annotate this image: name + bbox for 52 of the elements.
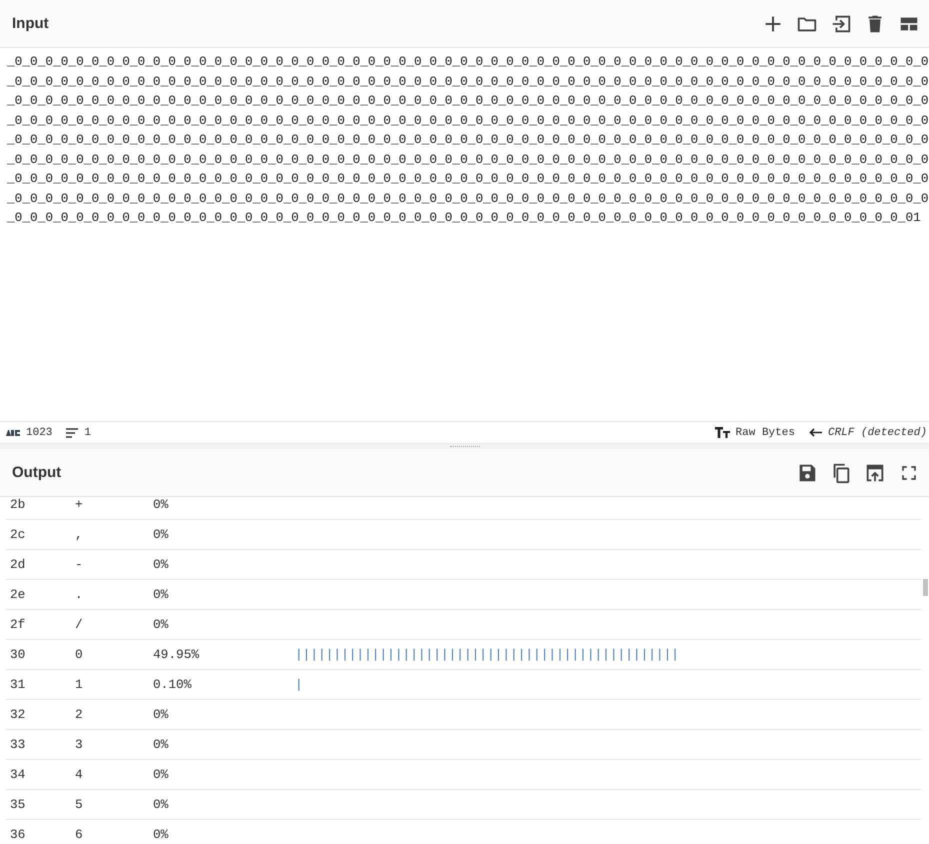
letters-icon — [6, 430, 20, 436]
percent-cell-text: 0% — [153, 557, 170, 572]
char-cell-text: . — [75, 587, 84, 602]
scrollbar-thumb[interactable] — [923, 579, 928, 596]
char-cell-text: 3 — [75, 737, 84, 752]
length-count: 1023 — [26, 426, 52, 438]
char-cell-text: 1 — [75, 677, 84, 692]
hex-cell-text: 34 — [9, 767, 26, 782]
char-cell-text: , — [75, 527, 84, 542]
lines-icon — [66, 428, 78, 438]
percent-cell-text: 0% — [153, 767, 170, 782]
percent-cell-text: 0% — [153, 587, 170, 602]
char-cell-text: - — [75, 557, 84, 572]
panel-title: Input — [12, 15, 50, 32]
panel-title: Output — [12, 464, 62, 481]
char-cell-text: / — [75, 617, 84, 632]
char-cell-text: 6 — [75, 827, 84, 842]
hex-cell-text: 30 — [9, 647, 26, 662]
percent-cell-text: 0% — [153, 737, 170, 752]
input-field[interactable]: _0_0_0_0_0_0_0_0_0_0_0_0_0_0_0_0_0_0_0_0_0_0_0_0_0_0_0_0_0_0_0_0_0_0_0_0_0_0_0_0_0_0_0_0_0_0_0_0_0_0_0_0_0_0_0_0_0_0_0_0_0_0_0_0_0_0_0_0_0_0_0_0_0_0_0_0_0_0_0_0_0_0_0_0_0_0_0_0_0_0_0_0_0_0_0_0_0_0_0_0_0_0_0_0_0_0_0_0_0_0_0_0_0_0_0_0_0_0_0_0_0_0_0_0_0_0_0_0_0_0_0_0_0_0_0_0_0_0_0_0_0_0_0_0_0_0_0_0_0_0_0_0_0_0_0_0_0_0_0_0_0_0_0_0_0_0_0_0_0_0_0_0_0_0_0_0_0_0_0_0_0_0_0_0_0_0_0_0_0_0_0_0_0_0_0_0_0_0_0_0_0_0_0_0_0_0_0_0_0_0_0_0_0_0_0_0_0_0_0_0_0_0_0_0_0_0_0_0_0_0_0_0_0_0_0_0_0_0_0_0_0_0_0_0_0_0_0_0_0_0_0_0_0_0_0_0_0_0_0_0_0_0_0_0_0_0_0_0_0_0_0_0_0_0_0_0_0_0_0_0_0_0_0_0_0_0_0_0_0_0_0_0_0_0_0_0_0_0_0_0_0_0_0_0_0_0_0_0_0_0_0_0_0_0_0_0_0_0_0_0_0_0_0_0_0_0_0_0_0_0_0_0_0_0_0_0_0_0_0_0_0_0_0_0_0_0_0_0_0_0_0_0_0_0_0_0_0_0_0_0_0_0_0_0_0_0_0_0_0_0_0_0_0_0_0_0_0_0_0_0_0_0_0_0_0_0_0_0_0_0_0_0_0_0_0_0_0_0_0_0_0_0_0_0_0_0_0_0_0_0_0_0_0_0_0_0_0_0_0_0_0_0_0_0_0_0_0_0_0_0_0_0_0_0_0_0_0_0_0_0_0_0_0_0_0_0_0_0_0_0_0_0_0_0_0_0_0_0_0_0_0_0_0_0_0_0_0_0_0_0_0_0_0_0_0_0_0_0_0_0_0_0_0_0_0_0_0_0_0_0_0_0_0_0_0_0_0_0_0_0_0_0_0_0_0_0_0_0_0_0_0_0_0_0_0_0_0_0_0_0_0_0_0_0_0_0_0_0_0_0_0_0_0_0_0_0_0_0_01 — [0, 48, 929, 417]
hex-cell-text: 2e — [9, 587, 26, 602]
frequency-text: |||||||||||||||||||||||||||||||||||||||||||||||||| — [295, 647, 679, 662]
char-cell-text: 0 — [75, 647, 84, 662]
hex-cell-text: 32 — [9, 707, 26, 722]
percent-cell-text: 0% — [153, 617, 170, 632]
percent-cell-text: 0% — [153, 497, 170, 512]
percent-cell-text: 0% — [153, 707, 170, 722]
hex-cell-text: 2f — [9, 617, 26, 632]
hex-cell-text: 35 — [9, 797, 26, 812]
return-arrow-icon — [808, 428, 822, 437]
percent-cell-text: 0% — [153, 797, 170, 812]
char-cell-text: 2 — [75, 707, 84, 722]
char-cell-text: + — [75, 497, 84, 512]
line-count: 1 — [84, 426, 92, 438]
fullscreen-icon[interactable] — [900, 464, 918, 482]
resize-handle[interactable] — [450, 446, 480, 448]
percent-cell-text: 0% — [153, 527, 170, 542]
hex-cell-text: 2b — [9, 497, 26, 512]
hex-cell-text: 36 — [9, 827, 26, 842]
frequency-text: | — [295, 677, 303, 692]
line-ending-button[interactable]: CRLF (detected) — [828, 426, 927, 438]
percent-cell-text: 49.95% — [153, 647, 200, 662]
encoding-button[interactable]: Raw Bytes — [736, 426, 795, 438]
percent-cell-text: 0.10% — [153, 677, 192, 692]
hex-cell-text: 33 — [9, 737, 26, 752]
hex-cell-text: 2c — [9, 527, 26, 542]
font-icon — [714, 427, 730, 438]
hex-cell-text: 31 — [9, 677, 26, 692]
char-cell-text: 5 — [75, 797, 84, 812]
percent-cell-text: 0% — [153, 827, 170, 842]
char-cell-text: 4 — [75, 767, 84, 782]
hex-cell-text: 2d — [9, 557, 26, 572]
